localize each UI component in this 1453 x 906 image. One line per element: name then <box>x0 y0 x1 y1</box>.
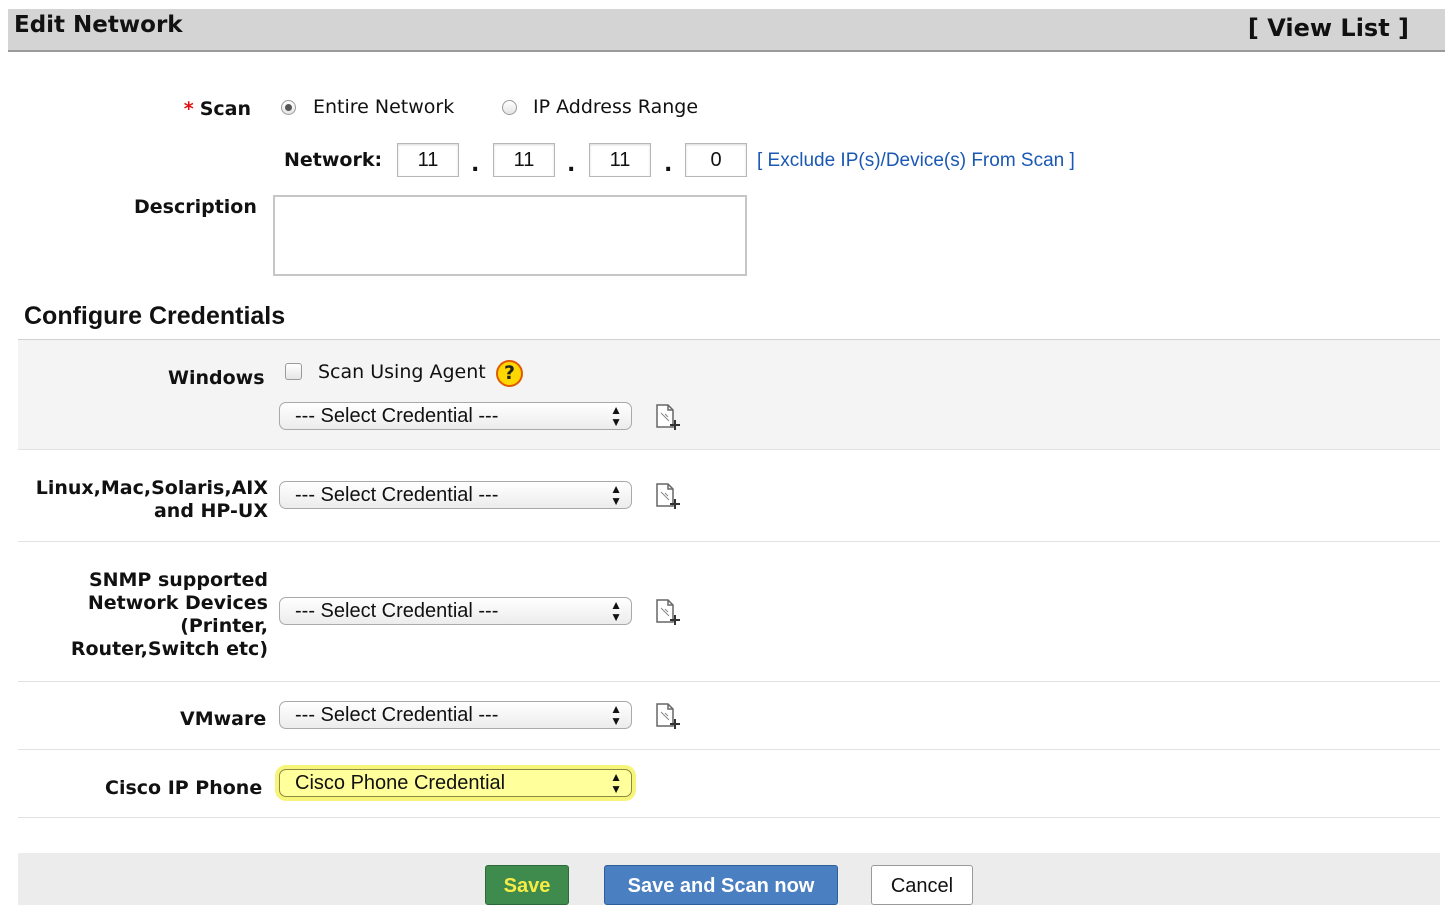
header-bar: Edit Network [ View List ] <box>8 9 1445 52</box>
octet-separator: . <box>664 152 673 177</box>
help-icon[interactable]: ? <box>496 360 523 387</box>
select-arrows-icon: ▲ ▼ <box>610 598 622 624</box>
credential-row-windows <box>18 339 1440 450</box>
page-title: Edit Network <box>14 12 183 38</box>
radio-entire-network[interactable] <box>281 100 296 115</box>
scan-using-agent-label: Scan Using Agent <box>318 361 486 383</box>
scan-label: * Scan <box>183 98 251 120</box>
ip-octet-2[interactable]: 11 <box>493 143 555 177</box>
octet-separator: . <box>567 152 576 177</box>
add-credential-icon[interactable] <box>654 403 682 431</box>
select-value: --- Select Credential --- <box>295 704 499 726</box>
scan-using-agent-checkbox[interactable] <box>285 363 302 380</box>
select-value: Cisco Phone Credential <box>295 772 506 794</box>
select-value: --- Select Credential --- <box>295 600 499 622</box>
windows-label: Windows <box>168 367 265 389</box>
configure-credentials-heading: Configure Credentials <box>24 302 286 330</box>
select-arrows-icon: ▲ ▼ <box>610 403 622 429</box>
linux-credential-select[interactable]: --- Select Credential --- ▲ ▼ <box>279 481 632 509</box>
ip-octet-3[interactable]: 11 <box>589 143 651 177</box>
cancel-button[interactable]: Cancel <box>871 865 973 905</box>
select-value: --- Select Credential --- <box>295 484 499 506</box>
add-credential-icon[interactable] <box>654 702 682 730</box>
linux-label: Linux,Mac,Solaris,AIX and HP-UX <box>35 477 268 522</box>
windows-credential-select[interactable]: --- Select Credential --- ▲ ▼ <box>279 402 632 430</box>
snmp-credential-select[interactable]: --- Select Credential --- ▲ ▼ <box>279 597 632 625</box>
ip-octet-4[interactable]: 0 <box>685 143 747 177</box>
exclude-ip-link[interactable]: [ Exclude IP(s)/Device(s) From Scan ] <box>757 150 1075 172</box>
snmp-label: SNMP supported Network Devices (Printer,… <box>70 569 268 660</box>
save-and-scan-button[interactable]: Save and Scan now <box>604 865 838 905</box>
view-list-link[interactable]: [ View List ] <box>1248 14 1409 42</box>
add-credential-icon[interactable] <box>654 482 682 510</box>
description-label: Description <box>134 196 257 218</box>
cisco-ip-phone-label: Cisco IP Phone <box>105 777 263 799</box>
cisco-credential-select[interactable]: Cisco Phone Credential ▲ ▼ <box>279 769 632 797</box>
network-label: Network: <box>284 149 383 171</box>
description-textarea[interactable] <box>273 195 747 276</box>
option-entire-network-label: Entire Network <box>313 96 455 118</box>
required-marker: * <box>183 98 194 120</box>
select-value: --- Select Credential --- <box>295 405 499 427</box>
option-ip-range-label: IP Address Range <box>533 96 699 118</box>
vmware-credential-select[interactable]: --- Select Credential --- ▲ ▼ <box>279 701 632 729</box>
save-button[interactable]: Save <box>485 865 569 905</box>
ip-octet-1[interactable]: 11 <box>397 143 459 177</box>
select-arrows-icon: ▲ ▼ <box>610 702 622 728</box>
octet-separator: . <box>471 152 480 177</box>
select-arrows-icon: ▲ ▼ <box>610 482 622 508</box>
radio-ip-address-range[interactable] <box>502 100 517 115</box>
vmware-label: VMware <box>180 708 267 730</box>
select-arrows-icon: ▲ ▼ <box>610 770 622 796</box>
add-credential-icon[interactable] <box>654 598 682 626</box>
